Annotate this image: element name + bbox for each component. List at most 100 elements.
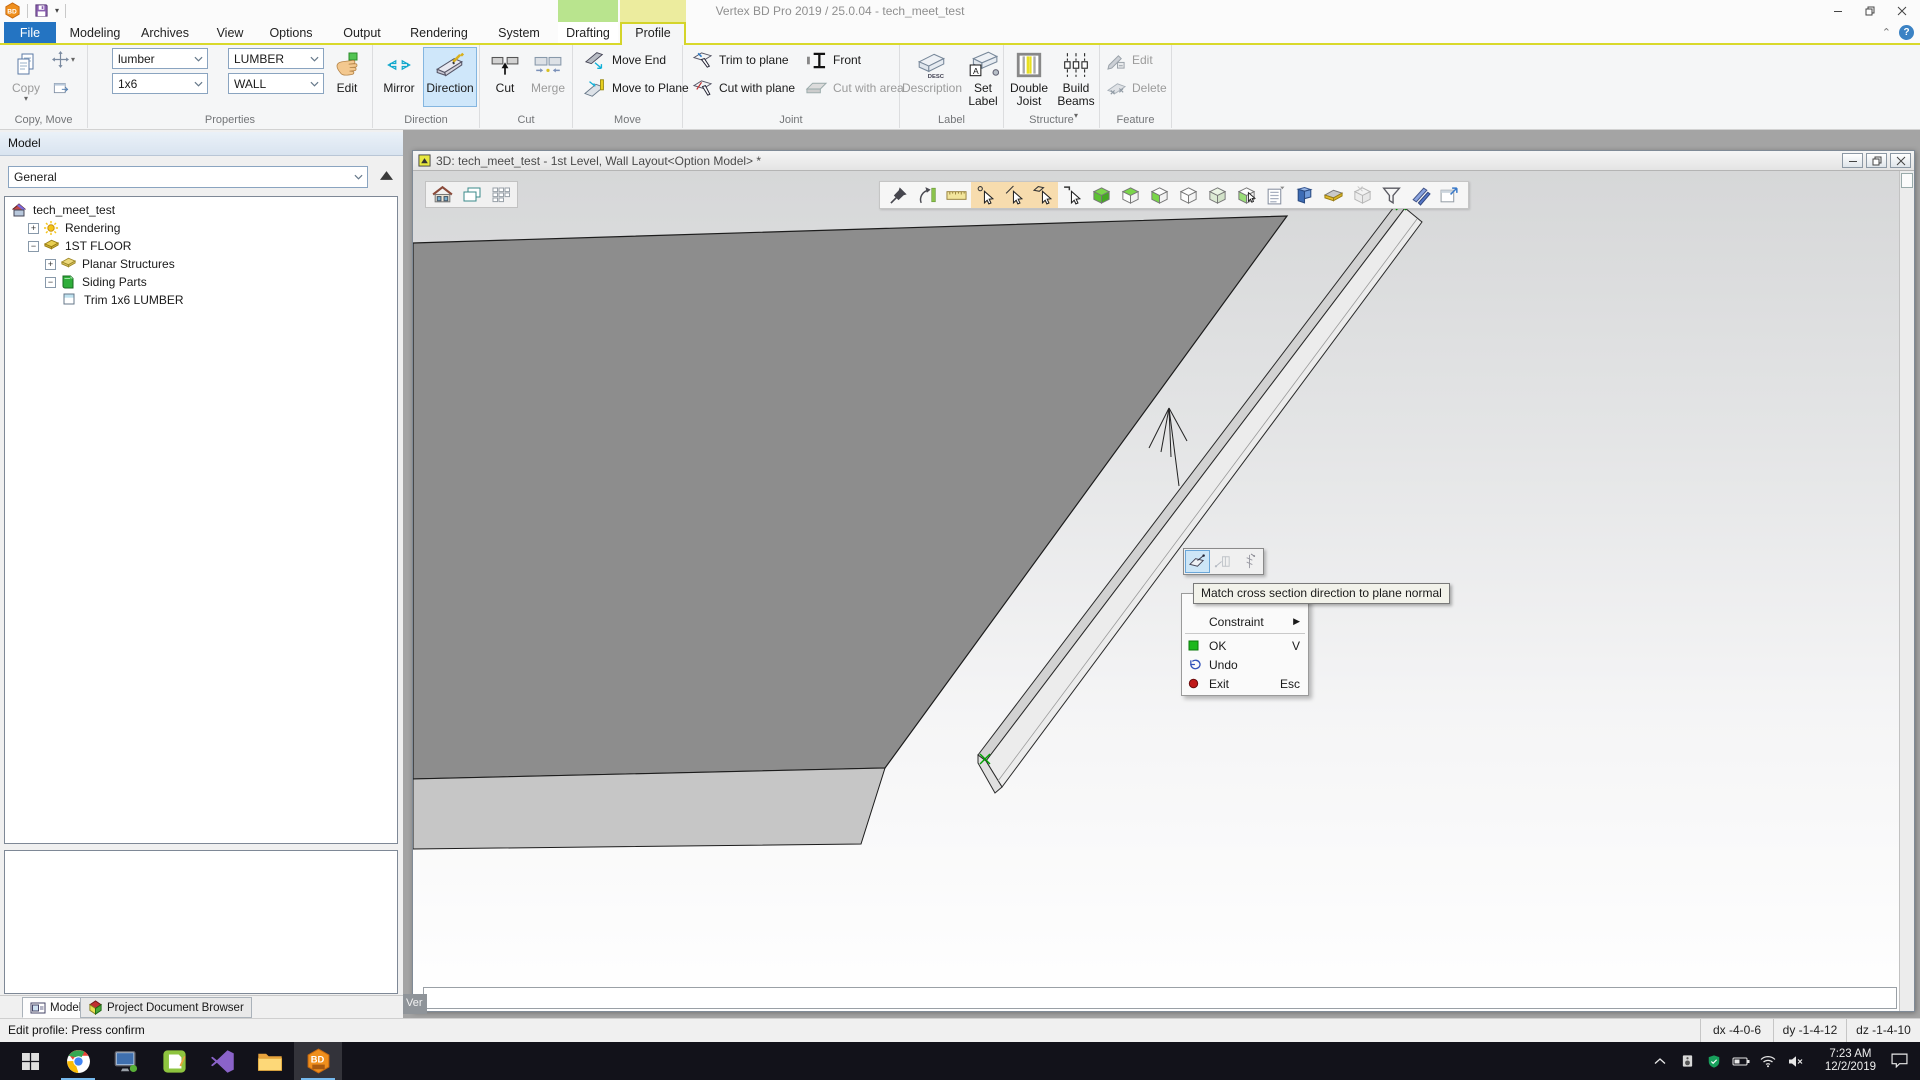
expand-toggle-icon[interactable]: + — [28, 223, 39, 234]
cube-top-icon[interactable] — [1116, 182, 1145, 208]
tab-profile[interactable]: Profile — [620, 22, 686, 45]
collapse-toggle-icon[interactable]: − — [28, 241, 39, 252]
cube-shaded-icon[interactable] — [1203, 182, 1232, 208]
viewport-scrollbar[interactable] — [1899, 171, 1914, 1011]
tab-file[interactable]: File — [4, 22, 56, 45]
snap-face-icon[interactable] — [1029, 182, 1058, 208]
menu-item-constraint[interactable]: Constraint ▶ — [1182, 612, 1308, 631]
export-view-icon[interactable] — [1435, 182, 1464, 208]
cut-with-plane-button[interactable]: Cut with plane — [691, 76, 795, 100]
orbit-icon[interactable] — [913, 182, 942, 208]
direction-button-selected[interactable]: Direction — [423, 47, 477, 107]
pick-edge-icon[interactable] — [1058, 182, 1087, 208]
tree-filter-combobox[interactable]: General — [8, 166, 368, 188]
cube-wire-icon[interactable] — [1174, 182, 1203, 208]
tab-archives[interactable]: Archives — [134, 22, 196, 45]
tree-item-tech-meet-test[interactable]: tech_meet_test — [5, 201, 397, 219]
tab-rendering[interactable]: Rendering — [402, 22, 476, 45]
tab-view[interactable]: View — [206, 22, 254, 45]
snap-line-icon[interactable] — [1000, 182, 1029, 208]
trim-to-plane-button[interactable]: Trim to plane — [691, 48, 789, 72]
size-combobox[interactable]: 1x6 — [112, 73, 208, 94]
taskbar-clock[interactable]: 7:23 AM 12/2/2019 — [1825, 1042, 1876, 1080]
pin-icon[interactable] — [884, 182, 913, 208]
window-grid-icon[interactable] — [486, 183, 515, 207]
delete-feature-button-disabled[interactable]: Delete — [1106, 76, 1167, 100]
measure-icon[interactable] — [942, 182, 971, 208]
tab-project-document-browser[interactable]: Project Document Browser — [80, 997, 252, 1018]
double-joist-button[interactable]: Double Joist — [1006, 48, 1052, 108]
set-label-button[interactable]: A Set Label — [964, 48, 1002, 108]
menu-item-ok[interactable]: OK V — [1182, 636, 1308, 655]
tray-audio-device-icon[interactable] — [1678, 1054, 1696, 1068]
taskbar-notepad-icon[interactable] — [150, 1042, 198, 1080]
help-button[interactable]: ? — [1899, 25, 1914, 40]
notification-center-icon[interactable] — [1891, 1053, 1908, 1068]
taskbar-vertex-bd-icon[interactable]: BD — [294, 1042, 342, 1080]
wall-panel-edge-face[interactable] — [413, 768, 885, 849]
menu-item-undo[interactable]: Undo — [1182, 655, 1308, 674]
material-combobox[interactable]: lumber — [112, 48, 208, 69]
edit-properties-button[interactable]: Edit — [326, 48, 368, 95]
tab-options[interactable]: Options — [260, 22, 322, 45]
viewport-3d-view[interactable]: Match cross section direction to plane n… — [413, 171, 1914, 1011]
tray-battery-icon[interactable] — [1732, 1056, 1750, 1067]
viewport-minimize-button[interactable] — [1842, 153, 1863, 168]
tree-item-rendering[interactable]: +Rendering — [5, 219, 397, 237]
viewport-title-bar[interactable]: 3D: tech_meet_test - 1st Level, Wall Lay… — [413, 151, 1914, 171]
taskbar-chrome-icon[interactable] — [54, 1042, 102, 1080]
edit-feature-button-disabled[interactable]: Edit — [1106, 48, 1153, 72]
minimize-button[interactable] — [1822, 0, 1854, 21]
cube-front-icon[interactable] — [1145, 182, 1174, 208]
save-button[interactable] — [34, 3, 49, 18]
tab-output[interactable]: Output — [332, 22, 392, 45]
front-button[interactable]: Front — [805, 48, 861, 72]
collapse-ribbon-icon[interactable]: ⌃ — [1882, 26, 1891, 39]
filter-icon[interactable] — [1377, 182, 1406, 208]
scrollbar-thumb[interactable] — [1901, 173, 1913, 188]
move-to-plane-button[interactable]: Move to Plane — [583, 76, 689, 100]
tab-modeling[interactable]: Modeling — [62, 22, 128, 45]
cube-solid-icon[interactable] — [1087, 182, 1116, 208]
tab-system[interactable]: System — [488, 22, 550, 45]
move-elements-button[interactable]: ▾ — [52, 51, 75, 68]
taskbar-file-explorer-icon[interactable] — [246, 1042, 294, 1080]
description-button-disabled[interactable]: DESC Description — [902, 48, 962, 95]
build-beams-button[interactable]: Build Beams ▾ — [1054, 48, 1098, 121]
home-view-icon[interactable] — [428, 183, 457, 207]
tree-item-trim-1x6-lumber[interactable]: Trim 1x6 LUMBER — [5, 291, 397, 309]
tab-drafting[interactable]: Drafting — [558, 22, 618, 45]
cut-button[interactable]: Cut — [486, 48, 524, 95]
merge-button-disabled[interactable]: Merge — [526, 48, 570, 95]
close-button[interactable] — [1886, 0, 1918, 21]
tree-item-siding-parts[interactable]: −Siding Parts — [5, 273, 397, 291]
plate-icon[interactable] — [1319, 182, 1348, 208]
move-end-button[interactable]: Move End — [583, 48, 666, 72]
viewport-restore-button[interactable] — [1866, 153, 1887, 168]
tree-item-planar-structures[interactable]: +Planar Structures — [5, 255, 397, 273]
collapse-panel-icon[interactable] — [380, 171, 393, 180]
tray-chevron-up-icon[interactable] — [1651, 1057, 1669, 1065]
mirror-button[interactable]: Mirror — [377, 48, 421, 95]
profile-block-icon[interactable] — [1290, 182, 1319, 208]
snap-point-icon[interactable] — [971, 182, 1000, 208]
tray-volume-muted-icon[interactable] — [1786, 1055, 1804, 1068]
minimized-window-title[interactable]: Ver — [403, 994, 427, 1014]
usage-combobox[interactable]: LUMBER — [228, 48, 324, 69]
layer-combobox[interactable]: WALL — [228, 73, 324, 94]
cube-pick-icon[interactable] — [1232, 182, 1261, 208]
boards-icon[interactable] — [1406, 182, 1435, 208]
match-axis-icon[interactable] — [1237, 550, 1262, 573]
collapse-toggle-icon[interactable]: − — [45, 277, 56, 288]
taskbar-visual-studio-icon[interactable] — [198, 1042, 246, 1080]
copy-button[interactable]: Copy ▾ — [4, 48, 48, 103]
qat-dropdown-icon[interactable]: ▾ — [55, 7, 59, 15]
match-plane-normal-icon[interactable] — [1185, 550, 1210, 573]
restore-button[interactable] — [1854, 0, 1886, 21]
tray-defender-icon[interactable] — [1705, 1054, 1723, 1069]
tree-item-1st-floor[interactable]: −1ST FLOOR — [5, 237, 397, 255]
menu-item-exit[interactable]: Exit Esc — [1182, 674, 1308, 693]
match-profile-icon[interactable] — [1211, 550, 1236, 573]
taskbar-remote-desktop-icon[interactable] — [102, 1042, 150, 1080]
erase-cube-icon[interactable] — [1348, 182, 1377, 208]
